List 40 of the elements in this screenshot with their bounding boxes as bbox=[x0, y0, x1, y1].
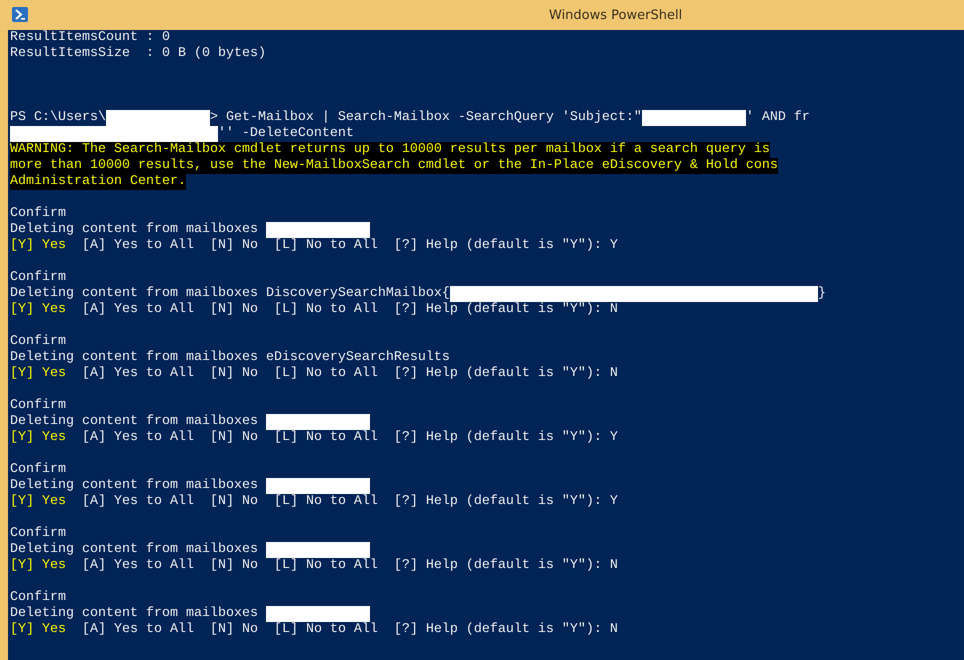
console-text: Confirm bbox=[10, 590, 66, 606]
default-choice-text: [Y] Yes bbox=[10, 302, 66, 318]
warning-text: WARNING: The Search-Mailbox cmdlet returns up to 10000 results per mailbox if a search query is bbox=[10, 142, 770, 158]
console-text: Confirm bbox=[10, 206, 66, 222]
console-text: Deleting content from mailboxes bbox=[10, 478, 259, 494]
console-text: Confirm bbox=[10, 334, 66, 350]
console-text: Deleting content from mailboxes bbox=[10, 606, 259, 622]
console-text: PS C:\Users\ bbox=[10, 110, 106, 126]
console-text: Confirm bbox=[10, 462, 66, 478]
console-text: } bbox=[818, 286, 826, 302]
default-choice-text: [Y] Yes bbox=[10, 558, 66, 574]
default-choice-text: [Y] Yes bbox=[10, 366, 66, 382]
console-text: [A] Yes to All [N] No [L] No to All [?] Help (default is "Y"): N bbox=[80, 558, 618, 574]
console-text: > Get-Mailbox | Search-Mailbox -SearchQuery 'Subject:" bbox=[210, 110, 642, 126]
warning-text: more than 10000 results, use the New-MailboxSearch cmdlet or the In-Place eDiscovery & Hold cons bbox=[10, 158, 778, 174]
console-text: [A] Yes to All [N] No [L] No to All [?] Help (default is "Y"): N bbox=[80, 622, 618, 638]
console-text: Deleting content from mailboxes bbox=[10, 414, 259, 430]
console-text: Confirm bbox=[10, 526, 66, 542]
powershell-icon bbox=[12, 7, 28, 22]
console-text: Confirm bbox=[10, 270, 66, 286]
window-title: Windows PowerShell bbox=[549, 8, 682, 22]
console-text: [A] Yes to All [N] No [L] No to All [?] Help (default is "Y"): N bbox=[80, 302, 618, 318]
console-text: Deleting content from mailboxes bbox=[10, 542, 259, 558]
console-text: Confirm bbox=[10, 398, 66, 414]
console-text: ResultItemsSize : 0 B (0 bytes) bbox=[10, 46, 266, 62]
default-choice-text: [Y] Yes bbox=[10, 622, 66, 638]
console-text: Deleting content from mailboxes DiscoverySearchMailbox{ bbox=[10, 286, 450, 302]
console-text: [A] Yes to All [N] No [L] No to All [?] Help (default is "Y"): Y bbox=[80, 494, 618, 510]
console-text: '' -DeleteContent bbox=[218, 126, 354, 142]
console-text: ResultItemsCount : 0 bbox=[10, 30, 170, 46]
default-choice-text: [Y] Yes bbox=[10, 430, 66, 446]
console-text: [A] Yes to All [N] No [L] No to All [?] Help (default is "Y"): Y bbox=[80, 430, 618, 446]
warning-text: Administration Center. bbox=[10, 174, 186, 190]
default-choice-text: [Y] Yes bbox=[10, 238, 66, 254]
default-choice-text: [Y] Yes bbox=[10, 494, 66, 510]
console-text: Deleting content from mailboxes bbox=[10, 222, 259, 238]
console-text: [A] Yes to All [N] No [L] No to All [?] Help (default is "Y"): N bbox=[80, 366, 618, 382]
console-text: ' AND fr bbox=[746, 110, 810, 126]
console-text: Deleting content from mailboxes eDiscoverySearchResults bbox=[10, 350, 450, 366]
console-text: [A] Yes to All [N] No [L] No to All [?] Help (default is "Y"): Y bbox=[80, 238, 618, 254]
